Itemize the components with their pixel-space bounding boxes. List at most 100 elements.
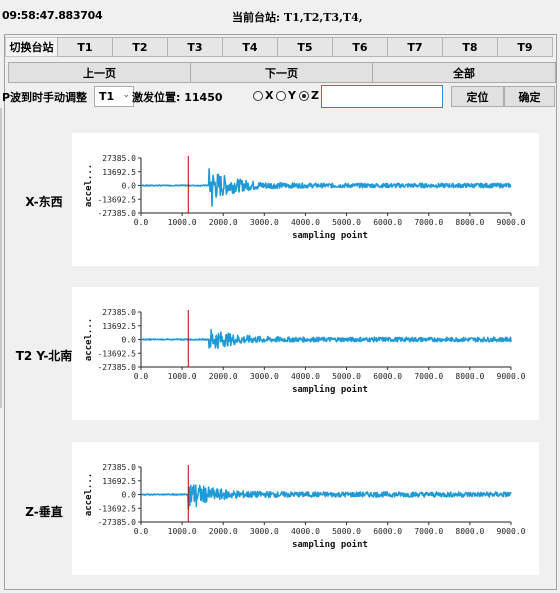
x-tick-label: 6000.0 [373, 218, 402, 227]
x-tick-label: 1000.0 [168, 218, 197, 227]
y-axis-label: accel... [84, 473, 94, 516]
radio-x-label: X [265, 89, 274, 102]
x-tick-label: 8000.0 [455, 527, 484, 536]
station-tab-bar: 切换台站 T1 T2 T3 T4 T5 T6 T7 T8 T9 [5, 37, 553, 59]
x-tick-label: 7000.0 [414, 372, 443, 381]
x-tick-label: 9000.0 [497, 372, 526, 381]
tab-t6[interactable]: T6 [332, 37, 388, 57]
x-tick-label: 5000.0 [332, 218, 361, 227]
channel-label-z: Z-垂直 [25, 505, 63, 519]
x-tick-label: 5000.0 [332, 372, 361, 381]
y-axis-label: accel... [84, 318, 94, 361]
waveform-series [140, 168, 512, 207]
confirm-button[interactable]: 确定 [504, 86, 555, 107]
x-tick-label: 1000.0 [168, 372, 197, 381]
radio-y-label: Y [288, 89, 296, 102]
y-tick-label: 13692.5 [102, 322, 136, 331]
x-axis-label: sampling point [292, 230, 368, 241]
y-axis-label: accel... [84, 164, 94, 207]
x-tick-label: 9000.0 [497, 527, 526, 536]
y-tick-label: -13692.5 [97, 349, 136, 358]
waveform-chart-x: 27385.013692.50.0-13692.5-27385.00.0 1000… [84, 154, 526, 241]
p-wave-label: P波到时手动调整 [2, 91, 88, 104]
chart-card-y: 27385.0 13692.5 0.0 -13692.5 -27385.0 0.0 1000… [72, 287, 539, 420]
x-tick-label: 0.0 [134, 372, 149, 381]
next-page-button[interactable]: 下一页 [190, 62, 373, 83]
x-tick-label: 4000.0 [291, 527, 320, 536]
waveform-chart-y: 27385.013692.50.0-13692.5-27385.00.0 1000… [84, 308, 526, 395]
x-tick-label: 1000.0 [168, 527, 197, 536]
y-tick-label: 13692.5 [102, 168, 136, 177]
y-tick-label: 0.0 [122, 182, 137, 191]
waveform-series [140, 328, 512, 349]
radio-x-circle [253, 90, 263, 101]
y-tick-label: 13692.5 [102, 477, 136, 486]
x-axis-label: sampling point [292, 384, 368, 395]
x-tick-label: 7000.0 [414, 218, 443, 227]
title-bar: 09:58:47.883704 当前台站: T1,T2,T3,T4, [0, 0, 560, 34]
tab-t5[interactable]: T5 [277, 37, 333, 57]
radio-x[interactable]: X [253, 89, 273, 102]
x-tick-label: 6000.0 [373, 527, 402, 536]
y-tick-label: -13692.5 [97, 504, 136, 513]
y-tick-label: -27385.0 [97, 363, 136, 372]
station-select-value: T1 [99, 90, 115, 103]
channel-label-y: T2 Y-北南 [15, 349, 73, 363]
x-tick-label: 8000.0 [455, 218, 484, 227]
position-input[interactable] [321, 85, 443, 108]
x-tick-label: 3000.0 [250, 527, 279, 536]
tab-t9[interactable]: T9 [497, 37, 553, 57]
y-tick-label: 27385.0 [102, 154, 136, 163]
x-tick-label: 8000.0 [455, 372, 484, 381]
radio-y[interactable]: Y [276, 89, 296, 102]
all-button[interactable]: 全部 [372, 62, 556, 83]
x-tick-label: 0.0 [134, 527, 149, 536]
radio-y-circle [276, 90, 286, 101]
y-tick-label: -27385.0 [97, 518, 136, 527]
channel-label-x: X-东西 [25, 195, 63, 209]
y-tick-label: 0.0 [122, 491, 137, 500]
tab-t2[interactable]: T2 [112, 37, 168, 57]
y-tick-label: -27385.0 [97, 209, 136, 218]
switch-station-label: 切换台站 [5, 37, 58, 57]
x-tick-label: 3000.0 [250, 372, 279, 381]
x-tick-label: 2000.0 [209, 527, 238, 536]
left-scrollbar-edge [0, 108, 2, 408]
radio-z-label: Z [311, 89, 319, 102]
tab-t3[interactable]: T3 [167, 37, 223, 57]
y-tick-label: 27385.0 [102, 463, 136, 472]
tab-t1[interactable]: T1 [57, 37, 113, 57]
chart-card-z: 27385.0 13692.5 0.0 -13692.5 -27385.0 0.0 1000… [72, 442, 539, 575]
x-tick-label: 2000.0 [209, 218, 238, 227]
x-tick-label: 4000.0 [291, 218, 320, 227]
tab-t8[interactable]: T8 [442, 37, 498, 57]
tab-t4[interactable]: T4 [222, 37, 278, 57]
chart-card-x: 27385.0 13692.5 0.0 -13692.5 -27385.0 0.0 1000… [72, 133, 539, 266]
tab-t7[interactable]: T7 [387, 37, 443, 57]
x-tick-label: 2000.0 [209, 372, 238, 381]
x-tick-label: 3000.0 [250, 218, 279, 227]
x-tick-label: 4000.0 [291, 372, 320, 381]
x-tick-label: 5000.0 [332, 527, 361, 536]
x-tick-label: 7000.0 [414, 527, 443, 536]
current-stations-label: 当前台站: T1,T2,T3,T4, [232, 11, 363, 24]
pager-bar: 上一页 下一页 全部 [8, 62, 558, 83]
chevron-down-icon: ⌄ [122, 90, 130, 100]
y-tick-label: 27385.0 [102, 308, 136, 317]
x-tick-label: 6000.0 [373, 372, 402, 381]
x-axis-label: sampling point [292, 539, 368, 550]
station-select[interactable]: T1 ⌄ [94, 86, 134, 107]
radio-z-circle [299, 90, 309, 101]
waveform-chart-z: 27385.013692.50.0-13692.5-27385.00.0 1000… [84, 463, 526, 550]
trigger-position-label: 激发位置: 11450 [132, 91, 223, 104]
radio-z[interactable]: Z [299, 89, 319, 102]
locate-button[interactable]: 定位 [451, 86, 504, 107]
timestamp: 09:58:47.883704 [2, 9, 103, 22]
y-tick-label: 0.0 [122, 336, 137, 345]
x-tick-label: 0.0 [134, 218, 149, 227]
control-row: P波到时手动调整 T1 ⌄ 激发位置: 11450 X Y Z 定位 确定 [2, 85, 556, 108]
prev-page-button[interactable]: 上一页 [8, 62, 191, 83]
y-tick-label: -13692.5 [97, 195, 136, 204]
x-tick-label: 9000.0 [497, 218, 526, 227]
waveform-series [140, 484, 512, 510]
